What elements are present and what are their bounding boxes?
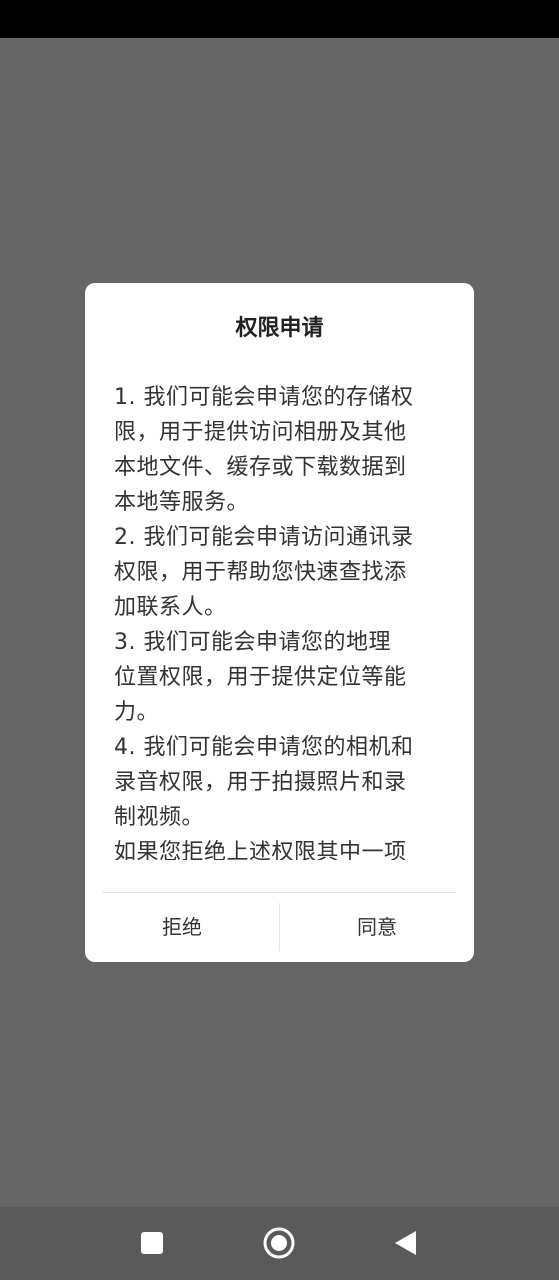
dialog-text-line: 位置权限，用于提供定位等能 bbox=[114, 665, 407, 690]
dialog-title: 权限申请 bbox=[235, 316, 324, 341]
dialog-text-line: 加联系人。 bbox=[114, 595, 227, 620]
dialog-text-line: 3. 我们可能会申请您的地理 bbox=[114, 630, 391, 655]
recents-button[interactable] bbox=[124, 1217, 180, 1269]
dialog-text-line: 制视频。 bbox=[114, 805, 205, 830]
triangle-back-icon bbox=[395, 1231, 416, 1255]
dialog-content[interactable]: 1. 我们可能会申请您的存储权 限，用于提供访问相册及其他 本地文件、缓存或下载… bbox=[114, 380, 430, 860]
dialog-text-line: 力。 bbox=[114, 700, 160, 725]
home-button[interactable] bbox=[251, 1217, 307, 1269]
dialog-text-line: 1. 我们可能会申请您的存储权 bbox=[114, 385, 414, 410]
dialog-text-line: 限，用于提供访问相册及其他 bbox=[114, 420, 407, 445]
back-button[interactable] bbox=[378, 1217, 434, 1269]
dialog-text-line: 如果您拒绝上述权限其中一项 bbox=[114, 840, 407, 860]
dialog-text-line: 权限，用于帮助您快速查找添 bbox=[114, 560, 407, 585]
square-recents-icon bbox=[141, 1232, 163, 1254]
circle-home-icon bbox=[263, 1227, 295, 1259]
dialog-text-line: 本地文件、缓存或下载数据到 bbox=[114, 455, 407, 480]
dialog-text-line: 录音权限，用于拍摄照片和录 bbox=[114, 770, 407, 795]
dialog-text-line: 4. 我们可能会申请您的相机和 bbox=[114, 735, 414, 760]
dialog-divider bbox=[102, 892, 456, 893]
reject-button[interactable]: 拒绝 bbox=[85, 903, 279, 951]
agree-button[interactable]: 同意 bbox=[280, 903, 474, 951]
dialog-text-line: 2. 我们可能会申请访问通讯录 bbox=[114, 525, 414, 550]
dialog-text-line: 本地等服务。 bbox=[114, 490, 250, 515]
status-bar bbox=[0, 0, 559, 38]
